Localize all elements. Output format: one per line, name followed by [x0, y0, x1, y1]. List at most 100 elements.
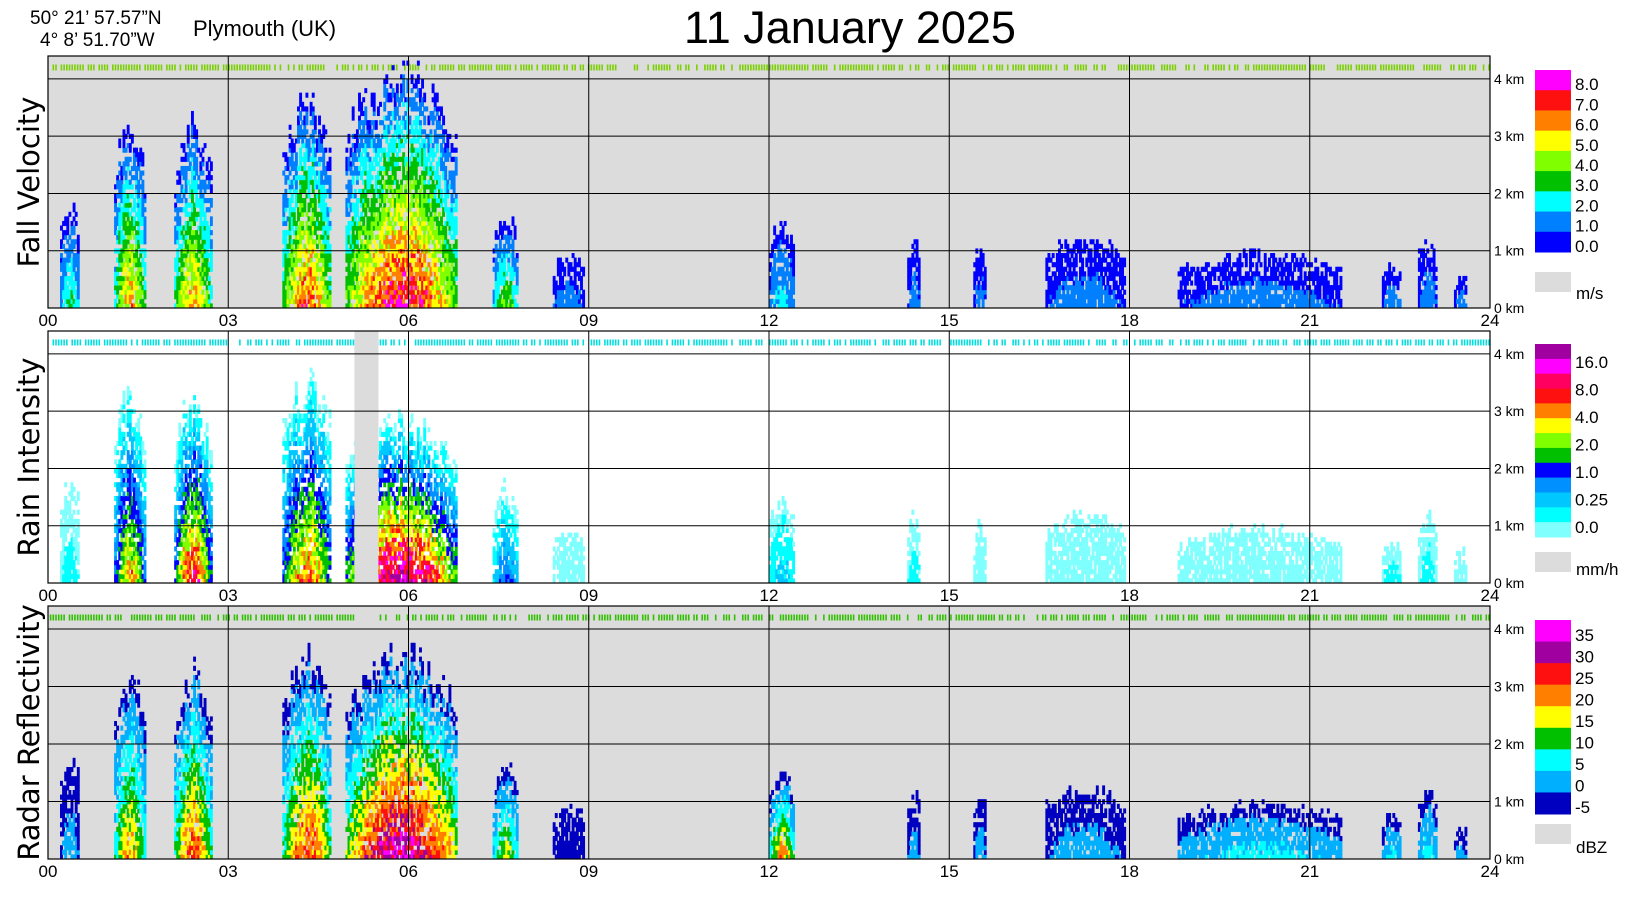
- echo-cell: [454, 257, 458, 263]
- echo-cell: [423, 138, 427, 144]
- echo-cell: [355, 262, 359, 268]
- status-tick: [1439, 64, 1442, 71]
- echo-cell: [313, 120, 317, 126]
- echo-cell: [137, 193, 141, 199]
- echo-cell: [381, 175, 385, 181]
- echo-cell: [792, 289, 796, 295]
- status-tick: [855, 64, 858, 71]
- echo-cell: [1221, 285, 1225, 291]
- echo-cell: [423, 97, 427, 103]
- echo-cell: [507, 262, 511, 268]
- status-tick: [858, 64, 860, 71]
- status-tick: [685, 64, 687, 71]
- echo-event: [492, 216, 519, 309]
- echo-cell: [184, 170, 188, 176]
- status-tick: [157, 64, 160, 71]
- echo-cell: [454, 165, 458, 172]
- echo-cell: [60, 253, 63, 259]
- echo-cell: [76, 289, 80, 295]
- status-tick: [209, 64, 211, 71]
- status-tick: [504, 64, 506, 71]
- status-tick: [817, 64, 820, 71]
- status-tick: [898, 64, 901, 71]
- echo-cell: [781, 225, 785, 231]
- echo-cell: [1238, 253, 1242, 259]
- echo-cell: [372, 239, 376, 245]
- echo-cell: [209, 243, 213, 249]
- echo-cell: [1207, 262, 1210, 268]
- echo-cell: [494, 257, 498, 263]
- echo-cell: [509, 234, 513, 240]
- echo-cell: [72, 225, 76, 231]
- echo-cell: [777, 243, 781, 249]
- echo-cell: [1083, 298, 1087, 304]
- echo-cell: [324, 147, 328, 153]
- status-tick: [796, 64, 798, 71]
- status-tick: [1131, 64, 1133, 71]
- echo-cell: [374, 124, 378, 130]
- echo-cell: [437, 211, 441, 217]
- echo-cell: [358, 147, 361, 153]
- status-tick: [679, 64, 682, 71]
- echo-cell: [454, 275, 458, 282]
- echo-cell: [376, 161, 380, 167]
- echo-cell: [328, 257, 332, 263]
- echo-cell: [573, 280, 577, 286]
- echo-cell: [1100, 271, 1103, 277]
- echo-cell: [427, 179, 431, 185]
- echo-cell: [393, 175, 397, 181]
- echo-cell: [305, 110, 309, 117]
- status-tick: [1147, 64, 1150, 71]
- echo-cell: [433, 207, 437, 213]
- echo-cell: [76, 239, 80, 245]
- echo-cell: [358, 92, 361, 98]
- echo-cell: [135, 253, 139, 259]
- echo-cell: [383, 298, 387, 304]
- echo-cell: [303, 161, 307, 167]
- echo-cell: [307, 138, 311, 144]
- echo-cell: [201, 170, 205, 176]
- echo-cell: [76, 257, 80, 263]
- status-tick: [266, 64, 268, 71]
- status-tick: [566, 64, 568, 71]
- status-tick: [1366, 64, 1369, 71]
- echo-cell: [351, 106, 355, 112]
- echo-cell: [503, 243, 507, 249]
- echo-cell: [311, 294, 315, 300]
- status-tick: [514, 64, 517, 71]
- echo-cell: [442, 161, 446, 167]
- echo-cell: [393, 101, 397, 107]
- status-tick: [601, 64, 603, 71]
- echo-cell: [195, 170, 199, 176]
- echo-cell: [203, 143, 207, 149]
- echo-cell: [305, 115, 309, 121]
- echo-cell: [567, 294, 571, 300]
- echo-cell: [393, 280, 397, 286]
- echo-cell: [201, 289, 205, 295]
- status-tick: [536, 64, 539, 71]
- echo-cell: [128, 298, 132, 304]
- echo-cell: [120, 294, 124, 300]
- echo-cell: [362, 97, 366, 103]
- echo-cell: [292, 216, 296, 222]
- echo-cell: [454, 207, 458, 213]
- status-tick: [301, 64, 303, 71]
- echo-cell: [197, 175, 201, 181]
- echo-cell: [307, 143, 311, 149]
- status-tick: [66, 64, 68, 71]
- status-tick: [1453, 64, 1455, 71]
- echo-cell: [416, 78, 420, 84]
- echo-cell: [76, 298, 80, 304]
- status-tick: [804, 64, 806, 71]
- echo-cell: [318, 129, 321, 135]
- echo-cell: [299, 97, 303, 103]
- echo-cell: [450, 143, 454, 149]
- status-tick: [1298, 64, 1301, 71]
- status-tick: [487, 64, 490, 71]
- status-tick: [1093, 64, 1096, 71]
- echo-cell: [452, 280, 456, 286]
- echo-cell: [397, 165, 401, 172]
- echo-cell: [433, 129, 437, 135]
- echo-cell: [513, 234, 517, 240]
- echo-cell: [286, 271, 290, 277]
